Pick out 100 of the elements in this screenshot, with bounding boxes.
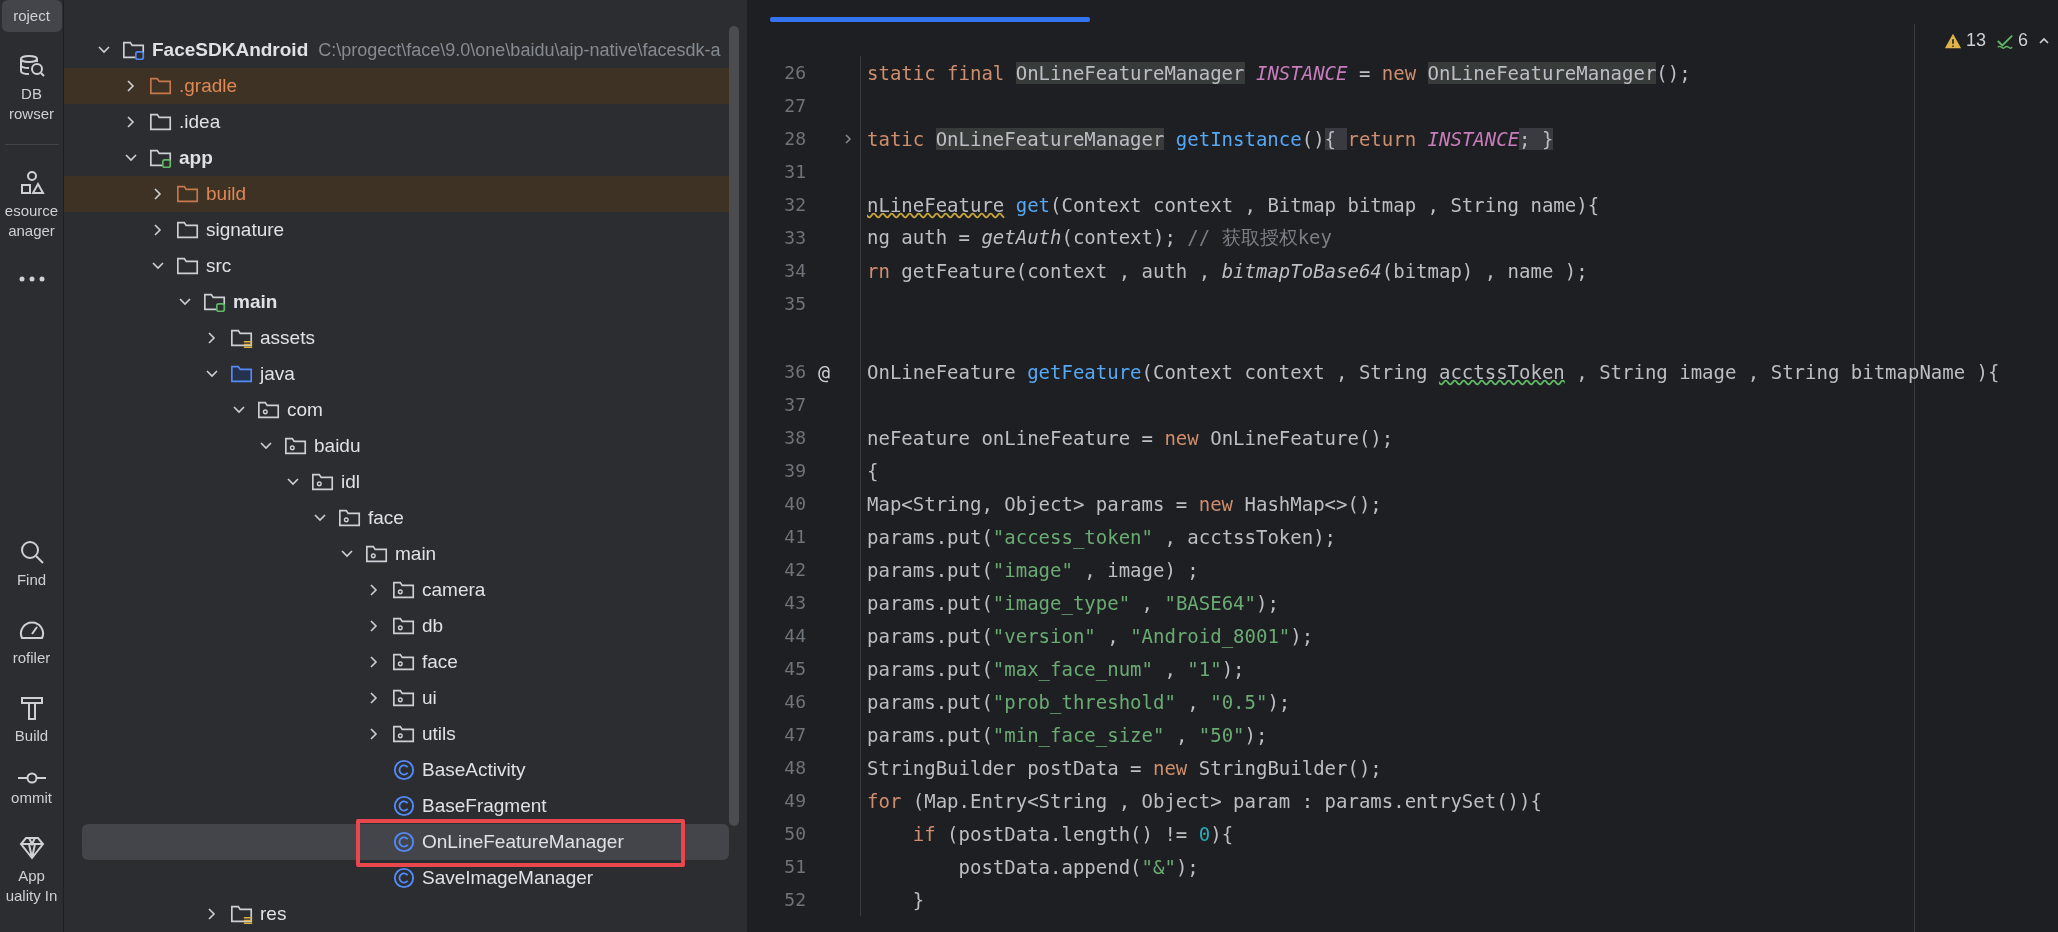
tool-window-button[interactable]: esource anager: [1, 163, 62, 247]
folder-icon: [149, 147, 173, 169]
tree-item[interactable]: db: [64, 608, 729, 644]
folder-icon: [230, 363, 254, 385]
code-line: tatic OnLineFeatureManager getInstance(){ return INSTANCE; }: [867, 127, 1554, 150]
override-marker[interactable]: @: [817, 359, 830, 384]
line-number: 39: [784, 460, 806, 481]
tool-window-button[interactable]: rofiler: [1, 610, 62, 674]
line-number: 33: [784, 227, 806, 248]
code-line: ng auth = getAuth(context); // 获取授权key: [867, 225, 1332, 248]
tree-item[interactable]: face: [64, 500, 729, 536]
tree-item[interactable]: OnLineFeatureManager: [82, 824, 729, 860]
tree-item[interactable]: ui: [64, 680, 729, 716]
tree-item[interactable]: idl: [64, 464, 729, 500]
tool-window-button[interactable]: App uality In: [1, 828, 62, 912]
tree-item[interactable]: main: [64, 284, 729, 320]
code-line: params.put("prob_threshold" , "0.5");: [867, 690, 1291, 713]
line-number: 34: [784, 260, 806, 281]
line-number: 44: [784, 625, 806, 646]
code-line: postData.append("&");: [957, 855, 1199, 878]
line-number: 49: [784, 790, 806, 811]
folder-icon: [149, 111, 173, 133]
line-number: 52: [784, 889, 806, 910]
tree-item[interactable]: BaseActivity: [64, 752, 729, 788]
fold-chevron-icon[interactable]: [842, 132, 854, 145]
folder-icon: [365, 543, 389, 565]
weak-warning-count: 6: [2018, 30, 2028, 51]
code-line: StringBuilder postData = new StringBuilder();: [867, 756, 1382, 779]
tool-window-label: ommit: [11, 788, 52, 808]
class-icon: [392, 831, 416, 853]
folder-icon: [392, 723, 416, 745]
code-line: neFeature onLineFeature = new OnLineFeature();: [867, 426, 1394, 449]
tool-window-label: DB rowser: [9, 84, 54, 124]
tree-item[interactable]: res: [64, 896, 729, 932]
code-line: nLineFeature get(Context context , Bitmap bitmap , String name){: [867, 193, 1600, 216]
folder-icon: [392, 651, 416, 673]
tool-window-button[interactable]: Find: [1, 532, 62, 596]
code-line: rn getFeature(context , auth , bitmapToBase64(bitmap) , name );: [867, 259, 1588, 282]
line-number: 38: [784, 427, 806, 448]
folder-icon: [176, 183, 200, 205]
tool-window-button[interactable]: ommit: [1, 766, 62, 814]
tree-item[interactable]: signature: [64, 212, 729, 248]
tree-item[interactable]: src: [64, 248, 729, 284]
code-line: params.put("image" , image) ;: [867, 558, 1199, 581]
class-icon: [392, 795, 416, 817]
line-number: 42: [784, 559, 806, 580]
tree-item[interactable]: com: [64, 392, 729, 428]
folder-icon: [257, 399, 281, 421]
tree-item[interactable]: face: [64, 644, 729, 680]
tool-window-label: rofiler: [12, 648, 51, 668]
tool-window-button[interactable]: Build: [1, 688, 62, 752]
tree-item[interactable]: assets: [64, 320, 729, 356]
folder-icon: [176, 219, 200, 241]
tool-window-button[interactable]: roject: [1, 0, 62, 32]
folder-icon: [284, 435, 308, 457]
folder-icon: [230, 327, 254, 349]
code-line: if (postData.length() != 0){: [911, 822, 1234, 845]
tree-item[interactable]: .idea: [64, 104, 729, 140]
more-icon[interactable]: [17, 275, 46, 283]
tree-item[interactable]: camera: [64, 572, 729, 608]
code-line: params.put("max_face_num" , "1");: [867, 657, 1245, 680]
class-icon: [392, 867, 416, 889]
tree-item[interactable]: SaveImageManager: [64, 860, 729, 896]
line-number: 32: [784, 194, 806, 215]
tree-item[interactable]: app: [64, 140, 729, 176]
line-number: 48: [784, 757, 806, 778]
tree-item[interactable]: main: [64, 536, 729, 572]
line-number: 35: [784, 293, 806, 314]
folder-icon: [338, 507, 362, 529]
project-path: C:\progect\face\9.0\one\baidu\aip-native\facesdk-a: [318, 39, 721, 61]
folder-icon: [392, 579, 416, 601]
tree-item[interactable]: utils: [64, 716, 729, 752]
code-line: OnLineFeature getFeature(Context context , String acctssToken , String image , String bitmapName ){: [867, 360, 2000, 383]
tree-item[interactable]: build: [64, 176, 729, 212]
commit-icon: [17, 772, 46, 784]
line-number: 27: [784, 95, 806, 116]
scrollbar[interactable]: [729, 26, 739, 826]
line-number: 28: [784, 128, 806, 149]
tool-window-label: Find: [16, 570, 47, 590]
class-icon: [392, 759, 416, 781]
line-number: 45: [784, 658, 806, 679]
line-number: 31: [784, 161, 806, 182]
tool-window-label: roject: [13, 6, 50, 26]
tree-item[interactable]: baidu: [64, 428, 729, 464]
tool-window-button[interactable]: DB rowser: [1, 46, 62, 130]
tree-item[interactable]: BaseFragment: [64, 788, 729, 824]
folder-icon: [176, 255, 200, 277]
folder-icon: [311, 471, 335, 493]
line-number: 50: [784, 823, 806, 844]
folder-icon: [392, 687, 416, 709]
line-number: 43: [784, 592, 806, 613]
line-number: 41: [784, 526, 806, 547]
tree-item[interactable]: java: [64, 356, 729, 392]
code-line: static final OnLineFeatureManager INSTANCE = new OnLineFeatureManager();: [867, 61, 1691, 84]
tree-item[interactable]: .gradle: [64, 68, 729, 104]
line-number: 37: [784, 394, 806, 415]
tree-item[interactable]: FaceSDKAndroid C:\progect\face\9.0\one\baidu\aip-native\facesdk-a: [64, 32, 729, 68]
folder-icon: [203, 291, 227, 313]
code-line: params.put("min_face_size" , "50");: [867, 723, 1268, 746]
line-number: 47: [784, 724, 806, 745]
